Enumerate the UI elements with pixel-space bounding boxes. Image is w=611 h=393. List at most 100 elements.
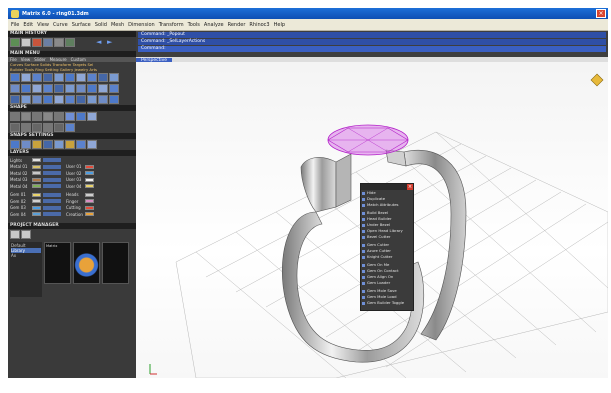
close-icon[interactable]: × bbox=[596, 9, 606, 18]
layer-color[interactable] bbox=[32, 199, 41, 204]
layer-color[interactable] bbox=[85, 199, 94, 204]
layer-color[interactable] bbox=[32, 164, 41, 169]
menu-dimension[interactable]: Dimension bbox=[128, 22, 155, 28]
sphere-icon[interactable] bbox=[21, 84, 31, 93]
flow-icon[interactable] bbox=[76, 95, 86, 104]
shape-7-icon[interactable] bbox=[76, 112, 86, 121]
undo-icon[interactable] bbox=[10, 38, 20, 47]
bezel-icon[interactable] bbox=[43, 73, 53, 82]
menu-view[interactable]: View bbox=[37, 22, 49, 28]
cutter-icon[interactable] bbox=[87, 73, 97, 82]
shape-4-icon[interactable] bbox=[43, 112, 53, 121]
arrow-left-icon[interactable]: ◄ bbox=[96, 38, 106, 47]
tree-item[interactable]: Ax bbox=[11, 253, 41, 258]
shape-1-icon[interactable] bbox=[10, 112, 20, 121]
menu-mesh[interactable]: Mesh bbox=[111, 22, 124, 28]
layer-color[interactable] bbox=[85, 212, 94, 217]
ring-icon[interactable] bbox=[21, 73, 31, 82]
copy-icon[interactable] bbox=[43, 95, 53, 104]
menu-item-bezel-cutter[interactable]: Bezel Cutter bbox=[361, 234, 413, 240]
torus-icon[interactable] bbox=[43, 84, 53, 93]
layer-color[interactable] bbox=[85, 205, 94, 210]
box-icon[interactable] bbox=[10, 84, 20, 93]
layer-toggles[interactable] bbox=[43, 158, 61, 163]
shape-3-icon[interactable] bbox=[32, 112, 42, 121]
snap-knot-icon[interactable] bbox=[87, 140, 97, 149]
layer-toggles[interactable] bbox=[43, 192, 61, 197]
layer-row[interactable]: Gem 04 Creation bbox=[10, 211, 134, 218]
array-icon[interactable] bbox=[98, 73, 108, 82]
layer-icon[interactable] bbox=[43, 38, 53, 47]
project-tree[interactable]: Default Library Ax bbox=[10, 241, 42, 297]
prong-icon[interactable] bbox=[54, 73, 64, 82]
taper-icon[interactable] bbox=[109, 95, 119, 104]
shape-13-icon[interactable] bbox=[54, 123, 64, 132]
loft-icon[interactable] bbox=[54, 84, 64, 93]
snapshot-icon[interactable] bbox=[54, 38, 64, 47]
layer-color[interactable] bbox=[85, 171, 94, 176]
layer-color[interactable] bbox=[32, 158, 41, 163]
view-compass-icon[interactable] bbox=[590, 73, 604, 87]
shape-14-icon[interactable] bbox=[65, 123, 75, 132]
snap-tan-icon[interactable] bbox=[65, 140, 75, 149]
layer-toggles[interactable] bbox=[43, 205, 61, 210]
snap-icon[interactable] bbox=[65, 95, 75, 104]
grid-icon[interactable] bbox=[65, 38, 75, 47]
layer-toggles[interactable] bbox=[43, 212, 61, 217]
rotate-icon[interactable] bbox=[21, 95, 31, 104]
shape-9-icon[interactable] bbox=[10, 123, 20, 132]
snap-quad-icon[interactable] bbox=[76, 140, 86, 149]
menu-tools[interactable]: Tools bbox=[188, 22, 200, 28]
sweep-icon[interactable] bbox=[65, 84, 75, 93]
shape-6-icon[interactable] bbox=[65, 112, 75, 121]
layer-color[interactable] bbox=[85, 177, 94, 182]
snap-perp-icon[interactable] bbox=[54, 140, 64, 149]
snap-int-icon[interactable] bbox=[43, 140, 53, 149]
menu-rhinoc3[interactable]: Rhinoc3 bbox=[249, 22, 269, 28]
curve-icon[interactable] bbox=[10, 73, 20, 82]
thumbnail[interactable]: Matrix bbox=[44, 241, 71, 284]
revolve-icon[interactable] bbox=[76, 84, 86, 93]
menu-file[interactable]: File bbox=[11, 22, 19, 28]
menu-edit[interactable]: Edit bbox=[23, 22, 33, 28]
layer-color[interactable] bbox=[85, 164, 94, 169]
command-input[interactable]: Command: bbox=[138, 46, 606, 52]
layer-color[interactable] bbox=[32, 212, 41, 217]
record-icon[interactable] bbox=[32, 38, 42, 47]
menu-help[interactable]: Help bbox=[274, 22, 285, 28]
thumbnail[interactable] bbox=[73, 241, 100, 284]
layer-toggles[interactable] bbox=[43, 171, 61, 176]
snap-end-icon[interactable] bbox=[10, 140, 20, 149]
menu-item-gem-builder-toggle[interactable]: Gem Builder Toggle bbox=[361, 300, 413, 306]
extrude-icon[interactable] bbox=[87, 84, 97, 93]
align-icon[interactable] bbox=[54, 95, 64, 104]
shank-icon[interactable] bbox=[65, 73, 75, 82]
shape-10-icon[interactable] bbox=[21, 123, 31, 132]
scale-icon[interactable] bbox=[32, 95, 42, 104]
layer-color[interactable] bbox=[85, 184, 94, 189]
arrow-right-icon[interactable]: ► bbox=[107, 38, 117, 47]
layer-color[interactable] bbox=[32, 177, 41, 182]
shape-11-icon[interactable] bbox=[32, 123, 42, 132]
menu-item-match-attributes[interactable]: Match Attributes bbox=[361, 202, 413, 208]
menu-item-gem-loader[interactable]: Gem Loader bbox=[361, 280, 413, 286]
cylinder-icon[interactable] bbox=[32, 84, 42, 93]
thumbnail[interactable] bbox=[102, 241, 129, 284]
layer-color[interactable] bbox=[32, 171, 41, 176]
layer-color[interactable] bbox=[85, 192, 94, 197]
menu-surface[interactable]: Surface bbox=[72, 22, 91, 28]
layer-color[interactable] bbox=[32, 205, 41, 210]
twist-icon[interactable] bbox=[98, 95, 108, 104]
layer-toggles[interactable] bbox=[43, 177, 61, 182]
layer-color[interactable] bbox=[32, 184, 41, 189]
move-icon[interactable] bbox=[10, 95, 20, 104]
menu-solid[interactable]: Solid bbox=[95, 22, 107, 28]
gem-icon[interactable] bbox=[32, 73, 42, 82]
layer-toggles[interactable] bbox=[43, 164, 61, 169]
bend-icon[interactable] bbox=[87, 95, 97, 104]
folder-add-icon[interactable] bbox=[21, 229, 31, 239]
layer-toggles[interactable] bbox=[43, 184, 61, 189]
folder-icon[interactable] bbox=[10, 229, 20, 239]
shape-2-icon[interactable] bbox=[21, 112, 31, 121]
fillet-icon[interactable] bbox=[98, 84, 108, 93]
